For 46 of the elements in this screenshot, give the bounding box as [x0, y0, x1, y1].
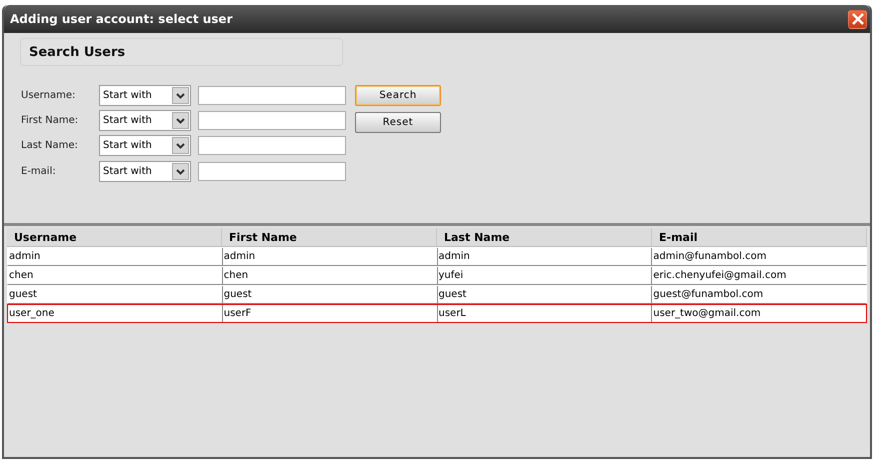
search-field[interactable]	[198, 162, 346, 181]
table-cell-text: user_two@gmail.com	[652, 307, 762, 321]
search-button[interactable]: Search	[355, 85, 441, 106]
field-label: E-mail:	[21, 166, 57, 177]
table-cell: guest	[438, 286, 652, 303]
reset-button[interactable]: Reset	[355, 112, 441, 133]
close-button[interactable]	[848, 10, 867, 28]
search-field[interactable]	[198, 136, 346, 155]
search-field[interactable]	[198, 86, 346, 105]
table-cell: admin	[222, 248, 438, 265]
table-cell-text: eric.chenyufei@gmail.com	[652, 269, 788, 283]
operator-dropdown[interactable]: Start with	[99, 161, 191, 182]
column-header[interactable]: Last Name	[437, 228, 652, 246]
field-label: First Name:	[21, 115, 80, 126]
table-cell: yufei	[438, 267, 652, 284]
search-field[interactable]	[198, 111, 346, 130]
table-cell: guest	[222, 286, 438, 303]
section-title: Search Users	[29, 44, 126, 60]
column-header[interactable]: First Name	[222, 228, 437, 246]
caret-icon	[176, 118, 185, 124]
field-label: Username:	[21, 90, 76, 101]
table-row[interactable]: user_one userF userL user_two@gmail.com	[7, 304, 867, 323]
caret-icon	[176, 168, 185, 174]
operator-dropdown[interactable]: Start with	[99, 135, 191, 156]
column-header[interactable]: Username	[7, 228, 222, 246]
table-cell: chen	[222, 267, 438, 284]
operator-dropdown[interactable]: Start with	[99, 85, 191, 106]
table-cell: chen	[8, 267, 223, 284]
operator-dropdown[interactable]: Start with	[99, 110, 191, 131]
field-label: Last Name:	[21, 140, 79, 151]
table-cell-text: admin@funambol.com	[652, 250, 768, 264]
table-row[interactable]: admin admin admin admin@funambol.com	[7, 247, 867, 266]
table-cell: userL	[438, 305, 652, 322]
table-cell: admin	[438, 248, 652, 265]
table-cell: guest	[8, 286, 223, 303]
table-cell: user_one	[8, 305, 223, 322]
close-icon	[852, 13, 864, 25]
table-cell: admin	[8, 248, 223, 265]
table-cell: userF	[222, 305, 438, 322]
caret-icon	[176, 92, 185, 98]
column-header[interactable]: E-mail	[652, 228, 867, 246]
table-row[interactable]: guest guest guest guest@funambol.com	[7, 285, 867, 304]
table-cell-text: guest@funambol.com	[652, 288, 764, 302]
table-row[interactable]: chen chen yufei eric.chenyufei@gmail.com	[7, 266, 867, 285]
caret-icon	[176, 142, 185, 148]
window-title: Adding user account: select user	[10, 12, 232, 26]
